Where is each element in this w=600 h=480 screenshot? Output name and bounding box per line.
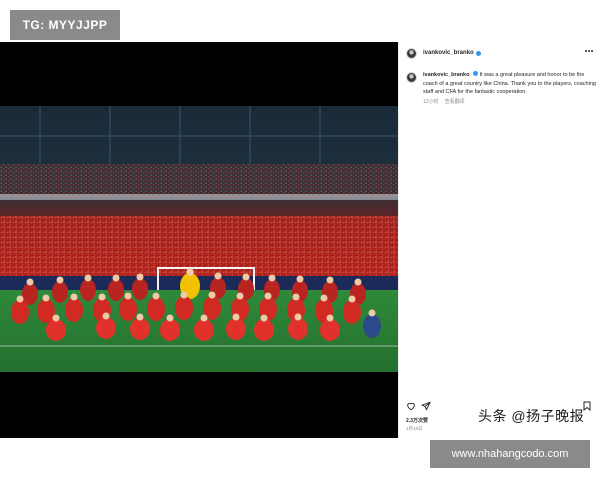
- caption-avatar[interactable]: [406, 72, 417, 83]
- team-photo: [0, 106, 398, 372]
- post-actions: [406, 401, 431, 411]
- caption: ivankovic_branko It was a great pleasure…: [423, 71, 596, 106]
- post-date: 1月16日: [406, 426, 423, 431]
- source-watermark: 头条 @扬子晚报: [478, 408, 585, 424]
- caption-username[interactable]: ivankovic_branko: [423, 72, 469, 78]
- verified-badge-icon: [475, 50, 481, 56]
- heart-icon[interactable]: [406, 401, 416, 411]
- instagram-post: ivankovic_branko ivankovic_branko It was…: [0, 42, 600, 438]
- url-watermark-badge: www.nhahangcodo.com: [430, 440, 590, 468]
- caption-meta: 12小时 查看翻译: [423, 98, 596, 107]
- more-options-icon[interactable]: [585, 49, 593, 53]
- post-media: [0, 42, 398, 438]
- tg-watermark-badge: TG: MYYJJPP: [10, 10, 120, 40]
- avatar[interactable]: [406, 47, 417, 59]
- send-icon[interactable]: [421, 401, 431, 411]
- caption-row: ivankovic_branko It was a great pleasure…: [406, 71, 596, 106]
- likes-count[interactable]: 2.3万次赞: [406, 417, 428, 424]
- post-time-ago: 12小时: [423, 98, 439, 105]
- verified-badge-icon: [473, 71, 478, 76]
- bookmark-icon[interactable]: [583, 401, 591, 411]
- post-side-panel: ivankovic_branko ivankovic_branko It was…: [398, 42, 600, 438]
- translate-link[interactable]: 查看翻译: [445, 98, 465, 107]
- header-username[interactable]: ivankovic_branko: [423, 50, 474, 56]
- post-header: ivankovic_branko: [399, 42, 600, 64]
